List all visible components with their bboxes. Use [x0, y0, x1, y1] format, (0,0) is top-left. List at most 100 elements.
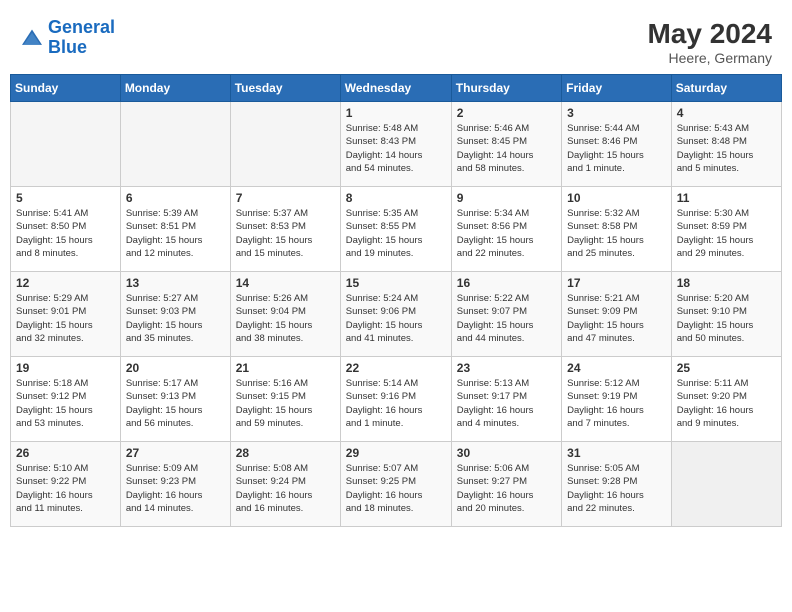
- cell-content: Sunrise: 5:11 AM Sunset: 9:20 PM Dayligh…: [677, 377, 776, 430]
- calendar-cell: 12 Sunrise: 5:29 AM Sunset: 9:01 PM Dayli…: [11, 272, 121, 357]
- calendar-cell: 29 Sunrise: 5:07 AM Sunset: 9:25 PM Dayli…: [340, 442, 451, 527]
- cell-content: Sunrise: 5:26 AM Sunset: 9:04 PM Dayligh…: [236, 292, 335, 345]
- day-number: 20: [126, 361, 225, 375]
- day-number: 31: [567, 446, 666, 460]
- cell-content: Sunrise: 5:14 AM Sunset: 9:16 PM Dayligh…: [346, 377, 446, 430]
- day-number: 10: [567, 191, 666, 205]
- logo: General Blue: [20, 18, 115, 58]
- calendar-cell: 11 Sunrise: 5:30 AM Sunset: 8:59 PM Dayli…: [671, 187, 781, 272]
- calendar-cell: 2 Sunrise: 5:46 AM Sunset: 8:45 PM Daylig…: [451, 102, 561, 187]
- title-block: May 2024 Heere, Germany: [647, 18, 772, 66]
- day-number: 2: [457, 106, 556, 120]
- calendar-cell: 8 Sunrise: 5:35 AM Sunset: 8:55 PM Daylig…: [340, 187, 451, 272]
- col-header-saturday: Saturday: [671, 75, 781, 102]
- cell-content: Sunrise: 5:24 AM Sunset: 9:06 PM Dayligh…: [346, 292, 446, 345]
- calendar-cell: 7Sunrise: 5:37 AM Sunset: 8:53 PM Daylig…: [230, 187, 340, 272]
- cell-content: Sunrise: 5:41 AM Sunset: 8:50 PM Dayligh…: [16, 207, 115, 260]
- page-header: General Blue May 2024 Heere, Germany: [10, 10, 782, 70]
- day-number: 9: [457, 191, 556, 205]
- calendar-cell: 22 Sunrise: 5:14 AM Sunset: 9:16 PM Dayli…: [340, 357, 451, 442]
- cell-content: Sunrise: 5:06 AM Sunset: 9:27 PM Dayligh…: [457, 462, 556, 515]
- cell-content: Sunrise: 5:17 AM Sunset: 9:13 PM Dayligh…: [126, 377, 225, 430]
- calendar-cell: [11, 102, 121, 187]
- day-number: 13: [126, 276, 225, 290]
- calendar-cell: 28 Sunrise: 5:08 AM Sunset: 9:24 PM Dayli…: [230, 442, 340, 527]
- cell-content: Sunrise: 5:48 AM Sunset: 8:43 PM Dayligh…: [346, 122, 446, 175]
- cell-content: Sunrise: 5:35 AM Sunset: 8:55 PM Dayligh…: [346, 207, 446, 260]
- day-number: 15: [346, 276, 446, 290]
- cell-content: Sunrise: 5:13 AM Sunset: 9:17 PM Dayligh…: [457, 377, 556, 430]
- day-number: 29: [346, 446, 446, 460]
- day-number: 21: [236, 361, 335, 375]
- calendar-cell: 4Sunrise: 5:43 AM Sunset: 8:48 PM Daylig…: [671, 102, 781, 187]
- cell-content: Sunrise: 5:10 AM Sunset: 9:22 PM Dayligh…: [16, 462, 115, 515]
- day-number: 27: [126, 446, 225, 460]
- day-number: 18: [677, 276, 776, 290]
- calendar-cell: 31 Sunrise: 5:05 AM Sunset: 9:28 PM Dayli…: [562, 442, 672, 527]
- day-number: 24: [567, 361, 666, 375]
- calendar-cell: 27 Sunrise: 5:09 AM Sunset: 9:23 PM Dayli…: [120, 442, 230, 527]
- day-number: 8: [346, 191, 446, 205]
- cell-content: Sunrise: 5:21 AM Sunset: 9:09 PM Dayligh…: [567, 292, 666, 345]
- day-number: 22: [346, 361, 446, 375]
- week-row-2: 5 Sunrise: 5:41 AM Sunset: 8:50 PM Daylig…: [11, 187, 782, 272]
- day-number: 1: [346, 106, 446, 120]
- cell-content: Sunrise: 5:05 AM Sunset: 9:28 PM Dayligh…: [567, 462, 666, 515]
- cell-content: Sunrise: 5:32 AM Sunset: 8:58 PM Dayligh…: [567, 207, 666, 260]
- calendar-cell: 15 Sunrise: 5:24 AM Sunset: 9:06 PM Dayli…: [340, 272, 451, 357]
- cell-content: Sunrise: 5:43 AM Sunset: 8:48 PM Dayligh…: [677, 122, 776, 175]
- cell-content: Sunrise: 5:16 AM Sunset: 9:15 PM Dayligh…: [236, 377, 335, 430]
- calendar-cell: 24 Sunrise: 5:12 AM Sunset: 9:19 PM Dayli…: [562, 357, 672, 442]
- day-number: 16: [457, 276, 556, 290]
- cell-content: Sunrise: 5:07 AM Sunset: 9:25 PM Dayligh…: [346, 462, 446, 515]
- calendar-cell: 18Sunrise: 5:20 AM Sunset: 9:10 PM Dayli…: [671, 272, 781, 357]
- cell-content: Sunrise: 5:30 AM Sunset: 8:59 PM Dayligh…: [677, 207, 776, 260]
- col-header-monday: Monday: [120, 75, 230, 102]
- cell-content: Sunrise: 5:12 AM Sunset: 9:19 PM Dayligh…: [567, 377, 666, 430]
- day-number: 3: [567, 106, 666, 120]
- cell-content: Sunrise: 5:09 AM Sunset: 9:23 PM Dayligh…: [126, 462, 225, 515]
- calendar-cell: 20 Sunrise: 5:17 AM Sunset: 9:13 PM Dayli…: [120, 357, 230, 442]
- cell-content: Sunrise: 5:39 AM Sunset: 8:51 PM Dayligh…: [126, 207, 225, 260]
- calendar-cell: 17 Sunrise: 5:21 AM Sunset: 9:09 PM Dayli…: [562, 272, 672, 357]
- calendar-cell: [671, 442, 781, 527]
- calendar-cell: 26 Sunrise: 5:10 AM Sunset: 9:22 PM Dayli…: [11, 442, 121, 527]
- cell-content: Sunrise: 5:29 AM Sunset: 9:01 PM Dayligh…: [16, 292, 115, 345]
- col-header-tuesday: Tuesday: [230, 75, 340, 102]
- calendar-cell: 14 Sunrise: 5:26 AM Sunset: 9:04 PM Dayli…: [230, 272, 340, 357]
- week-row-4: 19Sunrise: 5:18 AM Sunset: 9:12 PM Dayli…: [11, 357, 782, 442]
- calendar-cell: 21 Sunrise: 5:16 AM Sunset: 9:15 PM Dayli…: [230, 357, 340, 442]
- day-number: 30: [457, 446, 556, 460]
- day-number: 23: [457, 361, 556, 375]
- day-number: 12: [16, 276, 115, 290]
- calendar-cell: 9Sunrise: 5:34 AM Sunset: 8:56 PM Daylig…: [451, 187, 561, 272]
- col-header-wednesday: Wednesday: [340, 75, 451, 102]
- cell-content: Sunrise: 5:46 AM Sunset: 8:45 PM Dayligh…: [457, 122, 556, 175]
- day-number: 17: [567, 276, 666, 290]
- calendar-cell: [120, 102, 230, 187]
- cell-content: Sunrise: 5:44 AM Sunset: 8:46 PM Dayligh…: [567, 122, 666, 175]
- calendar-header-row: SundayMondayTuesdayWednesdayThursdayFrid…: [11, 75, 782, 102]
- calendar-cell: 16Sunrise: 5:22 AM Sunset: 9:07 PM Dayli…: [451, 272, 561, 357]
- day-number: 7: [236, 191, 335, 205]
- day-number: 25: [677, 361, 776, 375]
- calendar-cell: 1 Sunrise: 5:48 AM Sunset: 8:43 PM Daylig…: [340, 102, 451, 187]
- week-row-5: 26 Sunrise: 5:10 AM Sunset: 9:22 PM Dayli…: [11, 442, 782, 527]
- calendar-cell: 3 Sunrise: 5:44 AM Sunset: 8:46 PM Daylig…: [562, 102, 672, 187]
- logo-icon: [20, 28, 44, 48]
- day-number: 14: [236, 276, 335, 290]
- day-number: 11: [677, 191, 776, 205]
- calendar-cell: 5 Sunrise: 5:41 AM Sunset: 8:50 PM Daylig…: [11, 187, 121, 272]
- day-number: 28: [236, 446, 335, 460]
- calendar-table: SundayMondayTuesdayWednesdayThursdayFrid…: [10, 74, 782, 527]
- logo-text: General Blue: [48, 18, 115, 58]
- cell-content: Sunrise: 5:18 AM Sunset: 9:12 PM Dayligh…: [16, 377, 115, 430]
- cell-content: Sunrise: 5:08 AM Sunset: 9:24 PM Dayligh…: [236, 462, 335, 515]
- calendar-cell: 25 Sunrise: 5:11 AM Sunset: 9:20 PM Dayli…: [671, 357, 781, 442]
- day-number: 5: [16, 191, 115, 205]
- calendar-cell: [230, 102, 340, 187]
- day-number: 26: [16, 446, 115, 460]
- week-row-3: 12 Sunrise: 5:29 AM Sunset: 9:01 PM Dayli…: [11, 272, 782, 357]
- calendar-cell: 13Sunrise: 5:27 AM Sunset: 9:03 PM Dayli…: [120, 272, 230, 357]
- location-subtitle: Heere, Germany: [647, 50, 772, 66]
